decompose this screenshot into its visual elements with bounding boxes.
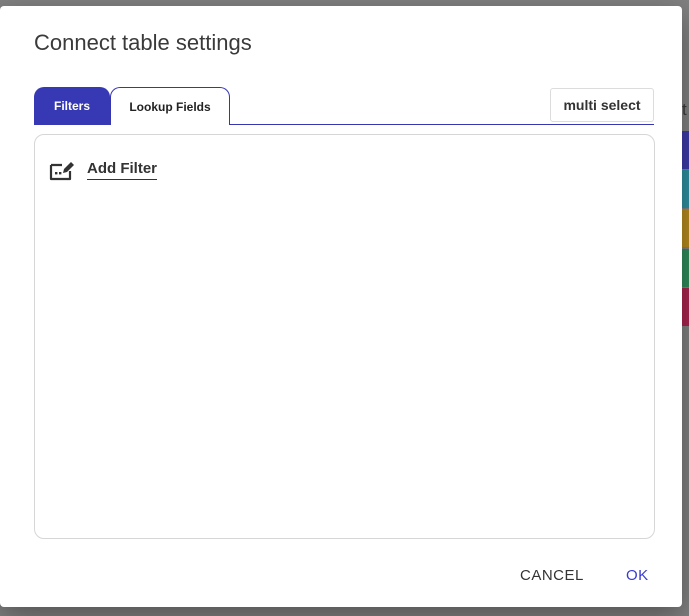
tab-lookup-fields[interactable]: Lookup Fields: [110, 87, 230, 125]
filter-panel: Add Filter: [34, 134, 655, 539]
connect-table-settings-dialog: Connect table settings Filters Lookup Fi…: [0, 6, 682, 607]
tab-filters[interactable]: Filters: [34, 87, 110, 125]
edit-filter-icon: [49, 159, 75, 181]
cancel-button[interactable]: CANCEL: [520, 567, 584, 584]
background-column-header: t: [682, 100, 687, 119]
dialog-title: Connect table settings: [34, 30, 252, 55]
ok-button[interactable]: OK: [626, 567, 649, 584]
multi-select-button[interactable]: multi select: [550, 88, 654, 122]
add-filter-label: Add Filter: [87, 160, 157, 180]
add-filter-button[interactable]: Add Filter: [49, 157, 157, 183]
